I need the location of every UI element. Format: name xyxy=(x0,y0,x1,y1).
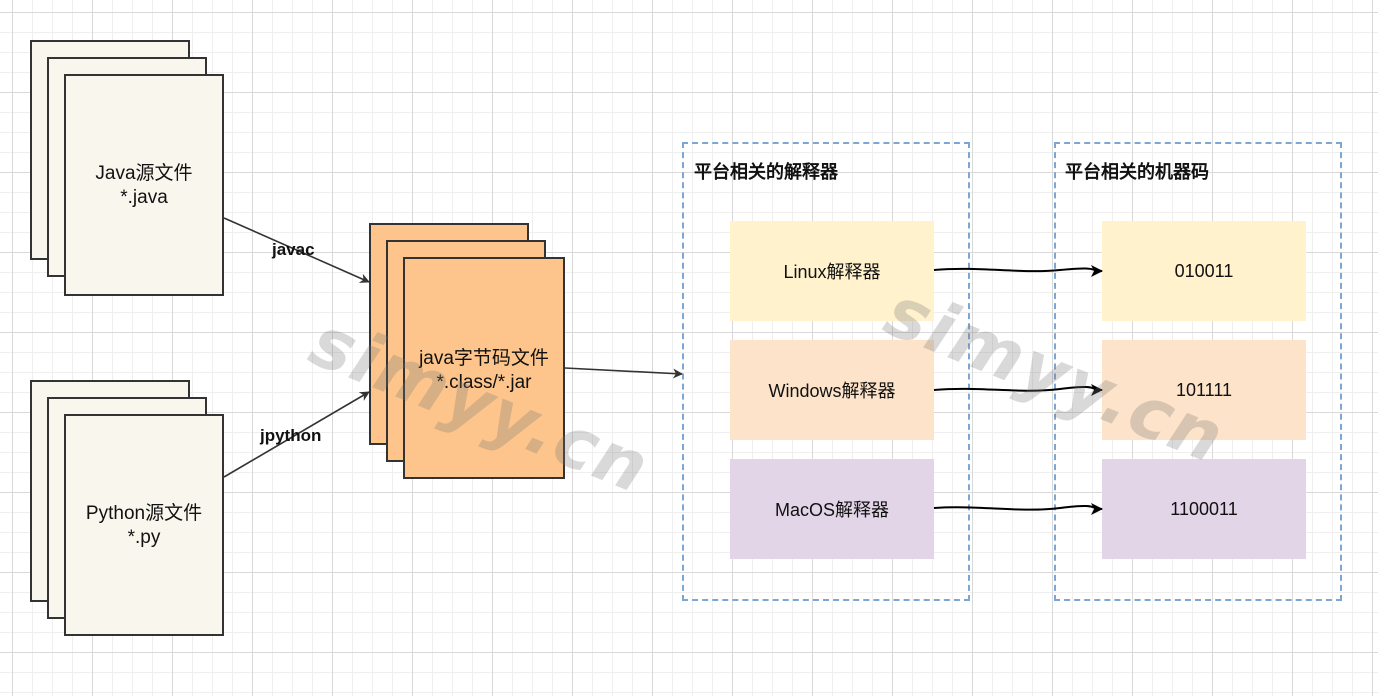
jpython-label: jpython xyxy=(260,426,322,445)
connector-layer xyxy=(223,217,1103,515)
javac-label: javac xyxy=(272,240,315,259)
linux-arrow xyxy=(933,264,1103,277)
bytecode-to-interpreter-arrow xyxy=(564,367,683,379)
windows-arrow xyxy=(933,383,1103,396)
macos-arrow xyxy=(933,502,1103,515)
